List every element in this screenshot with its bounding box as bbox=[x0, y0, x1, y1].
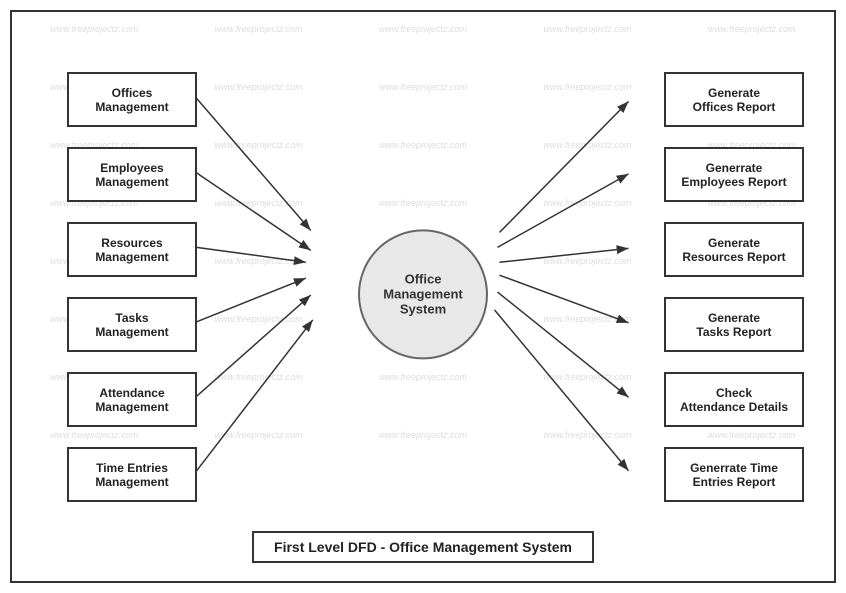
employees-management-box: Employees Management bbox=[67, 147, 197, 202]
footer-label: First Level DFD - Office Management Syst… bbox=[252, 531, 594, 563]
generate-resources-report-box: Generate Resources Report bbox=[664, 222, 804, 277]
diagram-container: www.freeprojectz.comwww.freeprojectz.com… bbox=[10, 10, 836, 583]
generate-offices-report-box: Generate Offices Report bbox=[664, 72, 804, 127]
tasks-management-box: Tasks Management bbox=[67, 297, 197, 352]
generate-employees-report-box: Generrate Employees Report bbox=[664, 147, 804, 202]
resources-management-box: Resources Management bbox=[67, 222, 197, 277]
attendance-management-box: Attendance Management bbox=[67, 372, 197, 427]
time-entries-management-box: Time Entries Management bbox=[67, 447, 197, 502]
center-circle: Office Management System bbox=[358, 229, 488, 359]
offices-management-box: Offices Management bbox=[67, 72, 197, 127]
check-attendance-box: Check Attendance Details bbox=[664, 372, 804, 427]
generate-time-entries-report-box: Generrate Time Entries Report bbox=[664, 447, 804, 502]
generate-tasks-report-box: Generate Tasks Report bbox=[664, 297, 804, 352]
